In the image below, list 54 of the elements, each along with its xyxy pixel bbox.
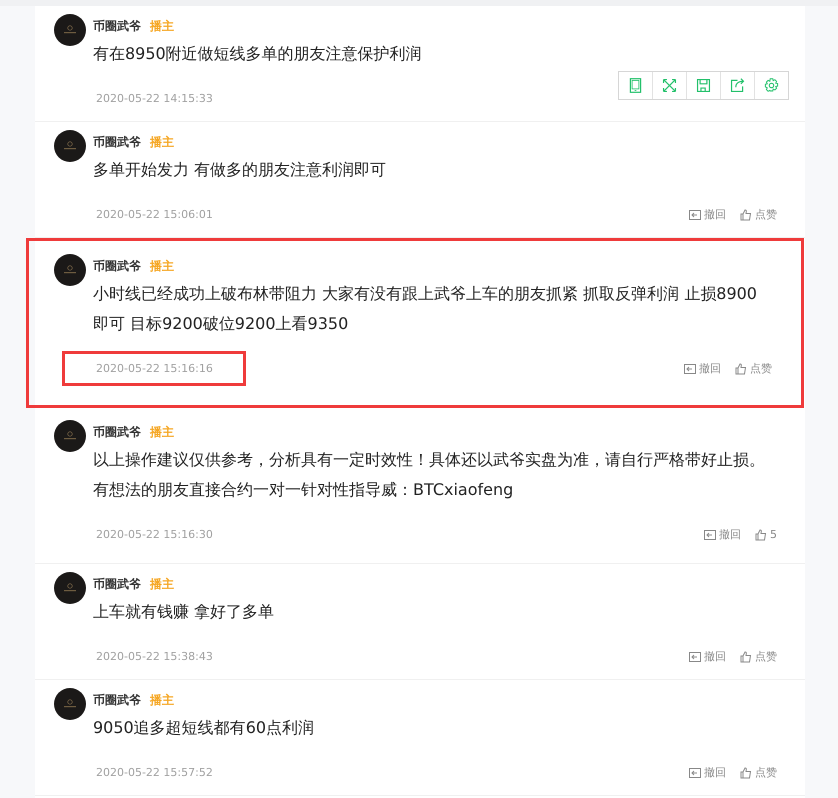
- revoke-button[interactable]: 撤回: [689, 649, 726, 664]
- thumbs-up-icon: [735, 362, 747, 374]
- comment-text: 多单开始发力 有做多的朋友注意利润即可: [93, 159, 388, 181]
- timestamp: 2020-05-22 15:57:52: [95, 765, 214, 781]
- avatar-icon: [54, 14, 86, 46]
- author-name: 币圈武爷: [93, 258, 141, 274]
- author-name: 币圈武爷: [93, 18, 141, 34]
- like-button[interactable]: 点赞: [740, 649, 777, 664]
- comment-text: 小时线已经成功上破布林带阻力 大家有没有跟上武爷上车的朋友抓紧 抓取反弹利润 止损8900即可 目标9200破位9200上看9350: [93, 283, 758, 335]
- like-button[interactable]: 点赞: [735, 361, 772, 376]
- author-name: 币圈武爷: [93, 692, 141, 708]
- author-name: 币圈武爷: [93, 576, 141, 592]
- thumbs-up-icon: [740, 208, 752, 220]
- timestamp: 2020-05-22 15:06:01: [95, 207, 214, 223]
- revoke-button[interactable]: 撤回: [704, 527, 741, 542]
- like-button[interactable]: 点赞: [740, 765, 777, 780]
- host-label: 播主: [150, 692, 174, 708]
- like-button[interactable]: 点赞: [740, 207, 777, 222]
- expand-icon: [661, 77, 678, 94]
- avatar-icon: [54, 420, 86, 452]
- settings-icon: [763, 77, 780, 94]
- revoke-button[interactable]: 撤回: [684, 361, 721, 376]
- revoke-icon: [684, 362, 696, 374]
- thumbs-up-icon: [740, 766, 752, 778]
- avatar-icon: [54, 572, 86, 604]
- comment-text: 上车就有钱赚 拿好了多单: [93, 601, 276, 623]
- thumbs-up-icon: [740, 650, 752, 662]
- host-label: 播主: [150, 576, 174, 592]
- revoke-icon: [689, 208, 701, 220]
- comment-text: 9050追多超短线都有60点利润: [93, 717, 316, 739]
- comment-text: 有在8950附近做短线多单的朋友注意保护利润: [93, 43, 423, 65]
- avatar-icon: [54, 688, 86, 720]
- host-label: 播主: [150, 424, 174, 440]
- revoke-icon: [689, 650, 701, 662]
- author-name: 币圈武爷: [93, 424, 141, 440]
- comment-text: 以上操作建议仅供参考，分析具有一定时效性！具体还以武爷实盘为准，请自行严格带好止损。有想法的朋友直接合约一对一针对性指导威：BTCxiaofeng: [93, 449, 766, 501]
- host-label: 播主: [150, 18, 174, 34]
- tablet-icon: [627, 77, 644, 94]
- thumbs-up-icon: [755, 528, 767, 540]
- author-name: 币圈武爷: [93, 134, 141, 150]
- host-label: 播主: [150, 134, 174, 150]
- revoke-icon: [689, 766, 701, 778]
- avatar-icon: [54, 130, 86, 162]
- share-icon: [729, 77, 746, 94]
- revoke-button[interactable]: 撤回: [689, 207, 726, 222]
- timestamp: 2020-05-22 15:16:30: [95, 527, 214, 543]
- timestamp: 2020-05-22 15:38:43: [95, 649, 214, 665]
- revoke-icon: [704, 528, 716, 540]
- host-label: 播主: [150, 258, 174, 274]
- avatar-icon: [54, 254, 86, 286]
- timestamp: 2020-05-22 15:16:16: [62, 351, 246, 386]
- like-button[interactable]: 5: [755, 527, 777, 542]
- timestamp: 2020-05-22 14:15:33: [95, 91, 214, 107]
- revoke-button[interactable]: 撤回: [689, 765, 726, 780]
